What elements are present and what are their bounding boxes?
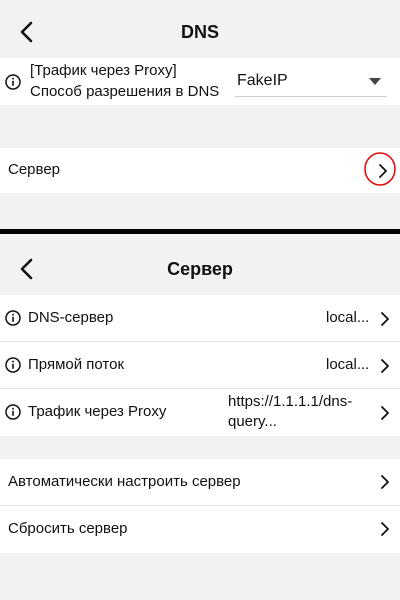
- back-button[interactable]: [14, 18, 38, 46]
- auto-configure-server-row[interactable]: Автоматически настроить сервер: [0, 459, 400, 505]
- info-icon[interactable]: [5, 74, 21, 90]
- row-value: local...: [326, 309, 370, 326]
- chevron-left-icon: [20, 258, 33, 280]
- row-value-line1: https://1.1.1.1/dns-: [228, 393, 353, 410]
- select-underline: [235, 96, 387, 97]
- caret-down-icon: [369, 78, 381, 85]
- chevron-right-icon: [381, 406, 389, 420]
- info-icon[interactable]: [5, 310, 21, 326]
- server-label: Сервер: [8, 161, 61, 178]
- chevron-right-icon: [381, 312, 389, 326]
- info-icon[interactable]: [5, 357, 21, 373]
- back-button[interactable]: [14, 255, 38, 283]
- page-title: Сервер: [167, 258, 233, 279]
- screen-separator: [0, 229, 400, 234]
- row-label: Сбросить сервер: [8, 520, 128, 537]
- dns-mode-value: FakeIP: [237, 72, 288, 89]
- server-list: DNS-сервер local... Прямой поток local..…: [0, 295, 400, 436]
- dns-server-row[interactable]: DNS-сервер local...: [0, 295, 400, 341]
- chevron-right-icon[interactable]: [377, 163, 389, 179]
- reset-server-row[interactable]: Сбросить сервер: [0, 506, 400, 553]
- row-label: Трафик через Proxy: [28, 403, 167, 420]
- server-header: Сервер: [0, 241, 400, 297]
- dns-mode-row[interactable]: [Трафик через Proxy] Способ разрешения в…: [0, 58, 400, 105]
- dns-header: DNS: [0, 4, 400, 60]
- direct-flow-row[interactable]: Прямой поток local...: [0, 342, 400, 388]
- dns-mode-label-line1: [Трафик через Proxy]: [30, 62, 177, 79]
- chevron-left-icon: [20, 21, 33, 43]
- row-label: Автоматически настроить сервер: [8, 473, 241, 490]
- row-label: DNS-сервер: [28, 309, 114, 326]
- row-value-line2: query...: [228, 413, 277, 430]
- actions-list: Автоматически настроить сервер Сбросить …: [0, 459, 400, 553]
- dns-mode-select[interactable]: FakeIP: [235, 66, 387, 96]
- chevron-right-icon: [381, 475, 389, 489]
- server-row[interactable]: Сервер: [0, 148, 400, 193]
- proxy-traffic-row[interactable]: Трафик через Proxy https://1.1.1.1/dns- …: [0, 389, 400, 436]
- dns-mode-label-line2: Способ разрешения в DNS: [30, 83, 220, 100]
- info-icon[interactable]: [5, 404, 21, 420]
- row-value: local...: [326, 356, 370, 373]
- chevron-right-icon: [381, 359, 389, 373]
- chevron-right-icon: [381, 522, 389, 536]
- page-title: DNS: [180, 21, 219, 42]
- row-label: Прямой поток: [28, 356, 125, 373]
